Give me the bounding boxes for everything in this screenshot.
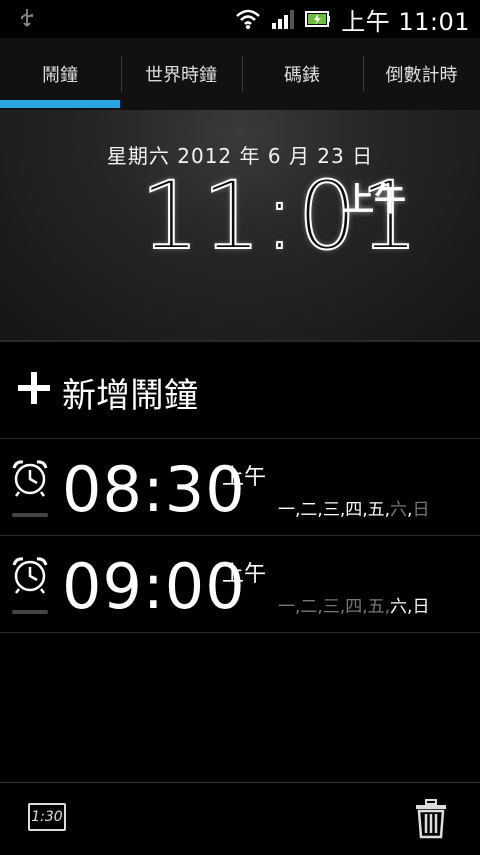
status-time: 上午 11:01: [341, 7, 470, 36]
bottom-action-bar: 1:30: [0, 782, 480, 855]
current-ampm: 上午: [342, 180, 407, 218]
wifi-icon: [236, 9, 261, 29]
day-label: 三: [322, 500, 340, 520]
signal-icon: [272, 10, 295, 29]
alarm-clock-icon[interactable]: [10, 459, 50, 497]
usb-icon: [21, 9, 33, 27]
alarm-time: 09:00: [62, 550, 246, 623]
add-alarm-button[interactable]: 新增鬧鐘: [0, 342, 480, 439]
clock-style-button[interactable]: 1:30: [28, 803, 66, 831]
alarm-repeat-days: 一,二,三,四,五,六,日: [278, 500, 430, 520]
day-label: 二: [300, 597, 318, 617]
alarm-enabled-indicator[interactable]: [12, 610, 48, 614]
day-label: 五: [367, 500, 385, 520]
day-label: 日: [412, 597, 430, 617]
tab-stopwatch[interactable]: 碼錶: [242, 38, 362, 110]
add-alarm-label: 新增鬧鐘: [62, 376, 198, 416]
tab-world-clock[interactable]: 世界時鐘: [121, 38, 241, 110]
day-label: 五: [367, 597, 385, 617]
alarm-clock-icon[interactable]: [10, 556, 50, 594]
status-bar: 上午 11:01: [0, 0, 480, 38]
clock-header: 星期六 2012 年 6 月 23 日 11:01 上午: [0, 110, 480, 342]
alarm-ampm: 上午: [222, 562, 267, 587]
day-label: 六: [390, 500, 408, 520]
alarm-ampm: 上午: [222, 465, 267, 490]
trash-icon[interactable]: [414, 799, 448, 839]
alarm-item[interactable]: 08:30 上午 一,二,三,四,五,六,日: [0, 439, 480, 536]
plus-icon: [18, 372, 50, 404]
day-label: 日: [412, 500, 430, 520]
day-label: 三: [322, 597, 340, 617]
tab-bar: 鬧鐘 世界時鐘 碼錶 倒數計時: [0, 38, 480, 111]
day-label: 一: [278, 597, 295, 617]
alarm-repeat-days: 一,二,三,四,五,六,日: [278, 597, 430, 617]
day-label: 四: [345, 597, 363, 617]
alarm-item[interactable]: 09:00 上午 一,二,三,四,五,六,日: [0, 536, 480, 633]
status-right: 上午 11:01: [235, 4, 470, 36]
day-label: 二: [300, 500, 318, 520]
day-label: 一: [278, 500, 295, 520]
alarm-enabled-indicator[interactable]: [12, 513, 48, 517]
day-label: 四: [345, 500, 363, 520]
tab-timer[interactable]: 倒數計時: [363, 38, 480, 110]
battery-charging-icon: [305, 11, 331, 27]
day-label: 六: [390, 597, 408, 617]
alarm-time: 08:30: [62, 453, 246, 526]
active-tab-indicator: [0, 100, 120, 108]
